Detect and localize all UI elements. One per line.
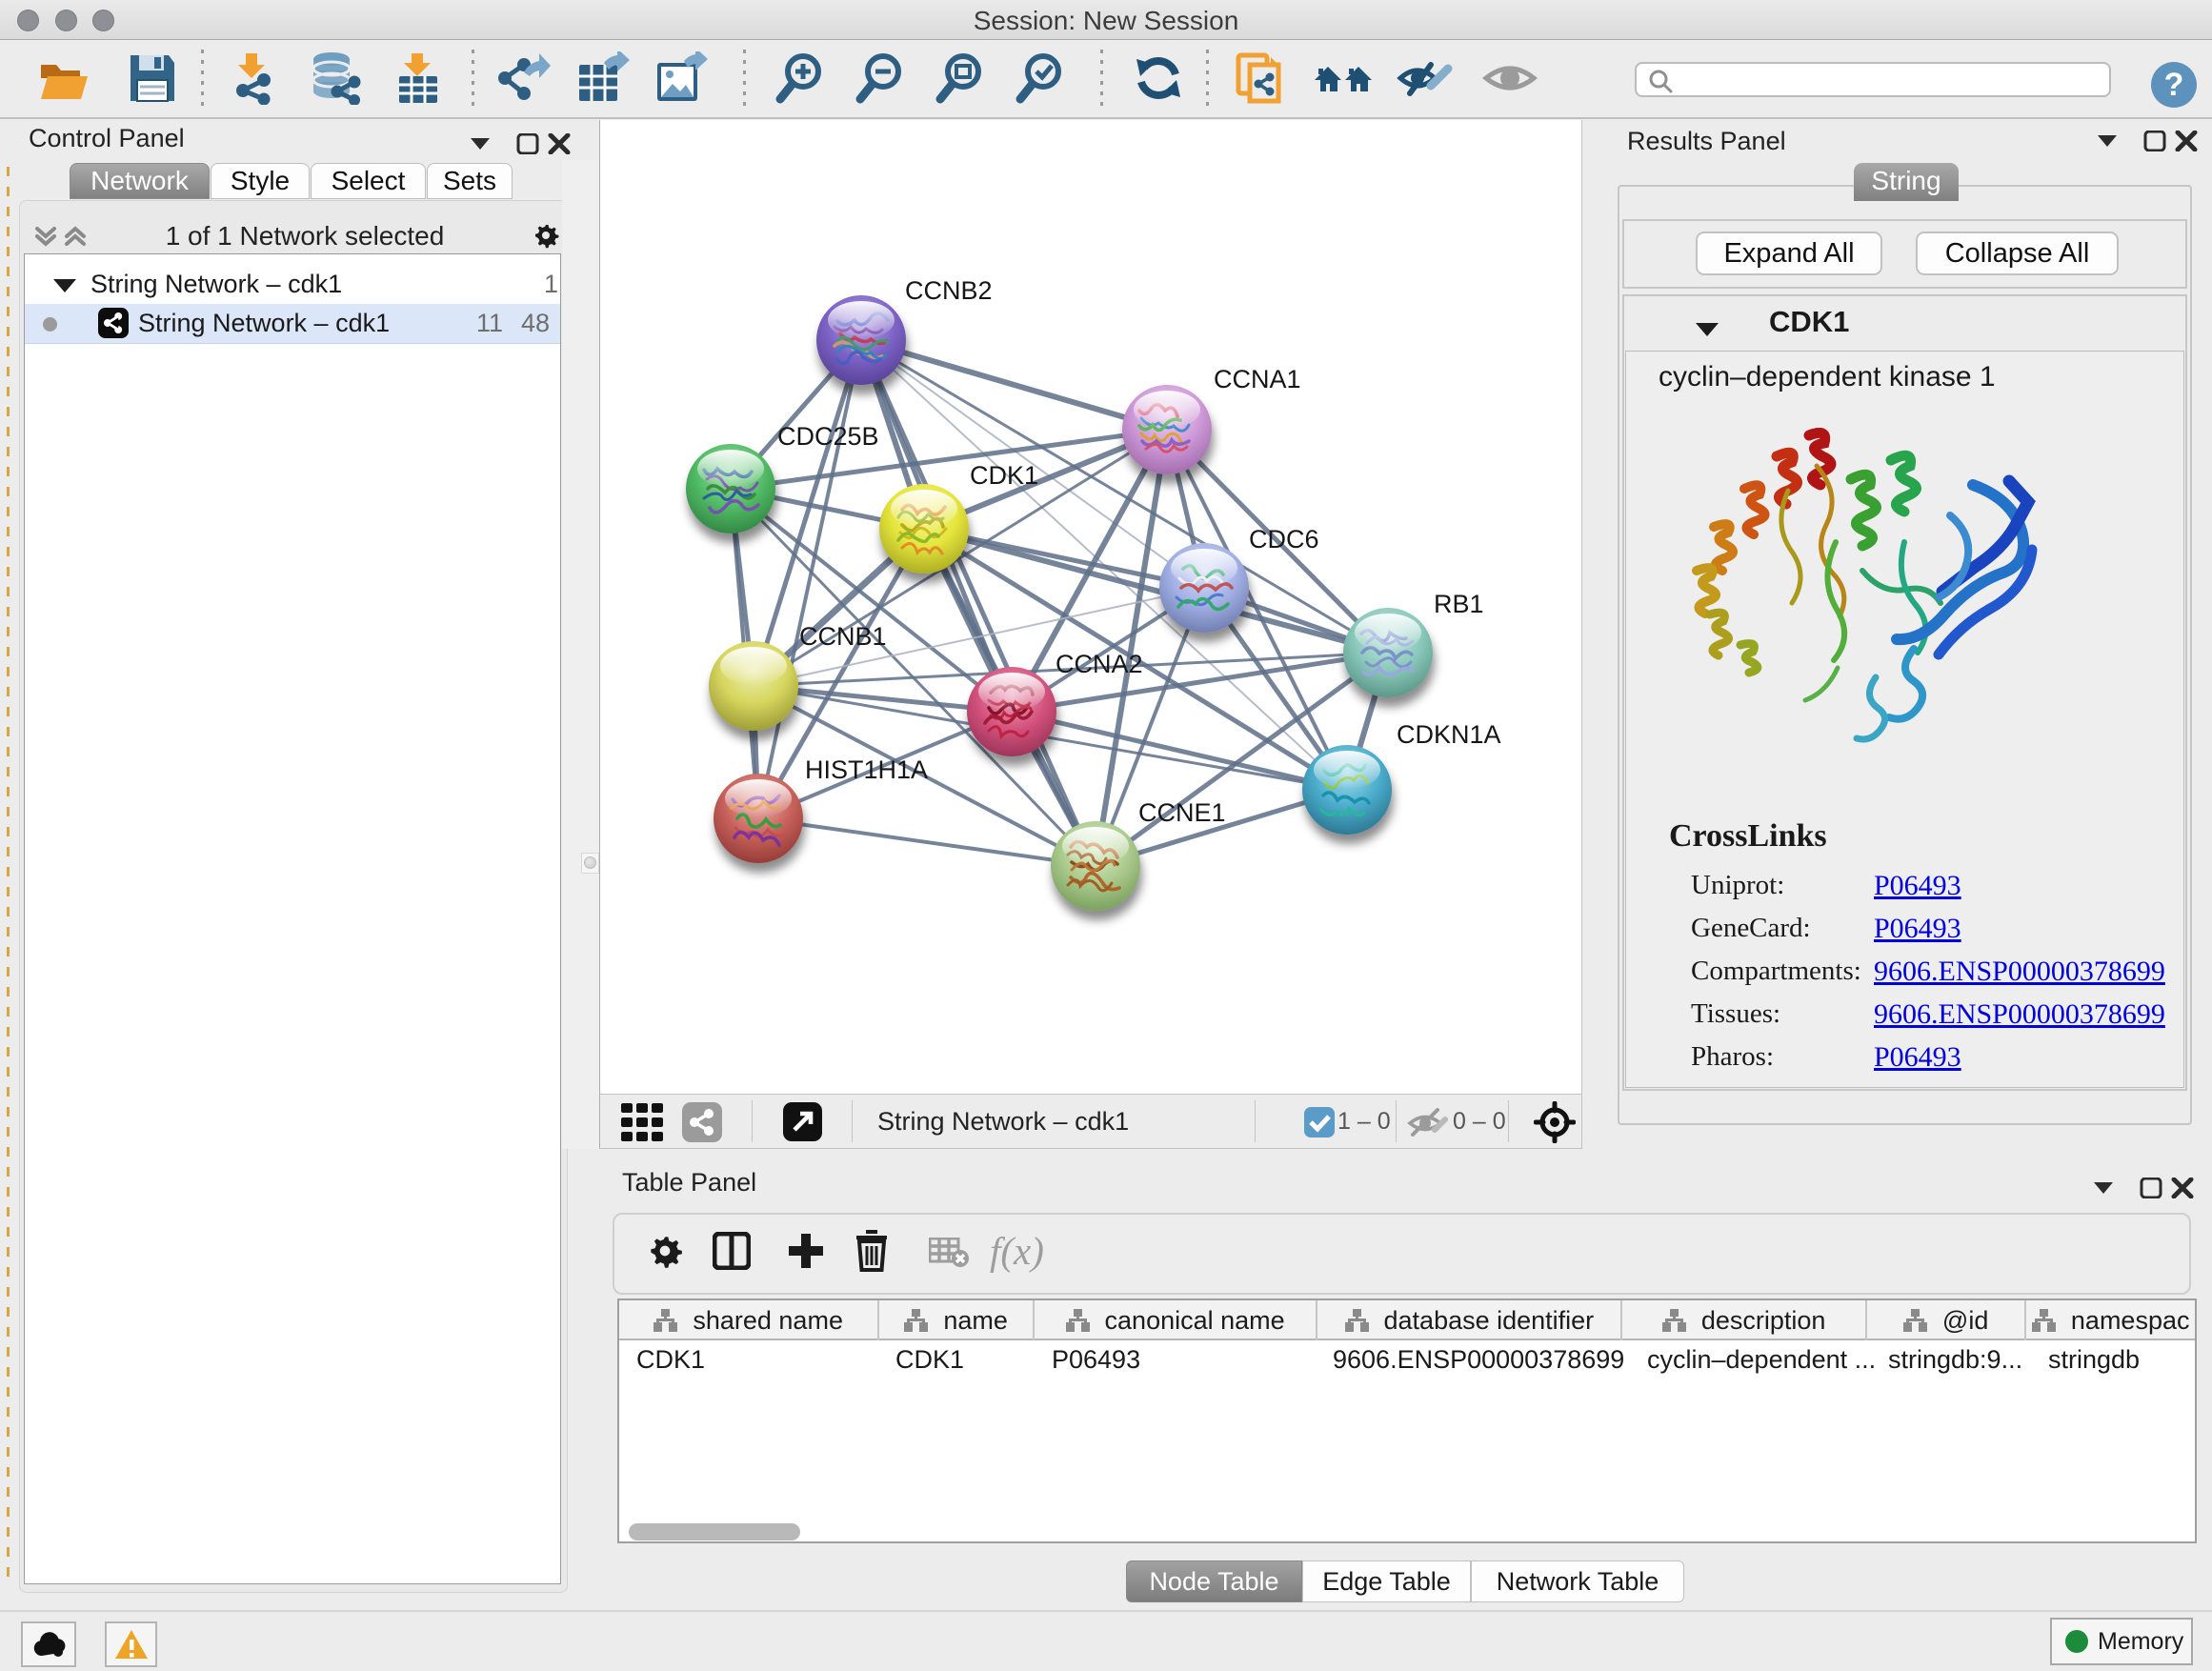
svg-text:HIST1H1A: HIST1H1A <box>805 755 928 784</box>
svg-text:CCNE1: CCNE1 <box>1138 798 1226 827</box>
svg-text:CCNA2: CCNA2 <box>1056 650 1143 678</box>
svg-text:CCNA1: CCNA1 <box>1214 365 1301 393</box>
svg-text:RB1: RB1 <box>1434 590 1484 618</box>
svg-text:CCNB2: CCNB2 <box>905 276 993 305</box>
svg-text:CCNB1: CCNB1 <box>799 622 887 651</box>
svg-text:CDC6: CDC6 <box>1249 525 1319 554</box>
svg-text:CDC25B: CDC25B <box>777 422 879 451</box>
svg-text:CDKN1A: CDKN1A <box>1397 720 1501 749</box>
svg-text:CDK1: CDK1 <box>970 461 1038 490</box>
svg-text:?: ? <box>2164 67 2184 103</box>
